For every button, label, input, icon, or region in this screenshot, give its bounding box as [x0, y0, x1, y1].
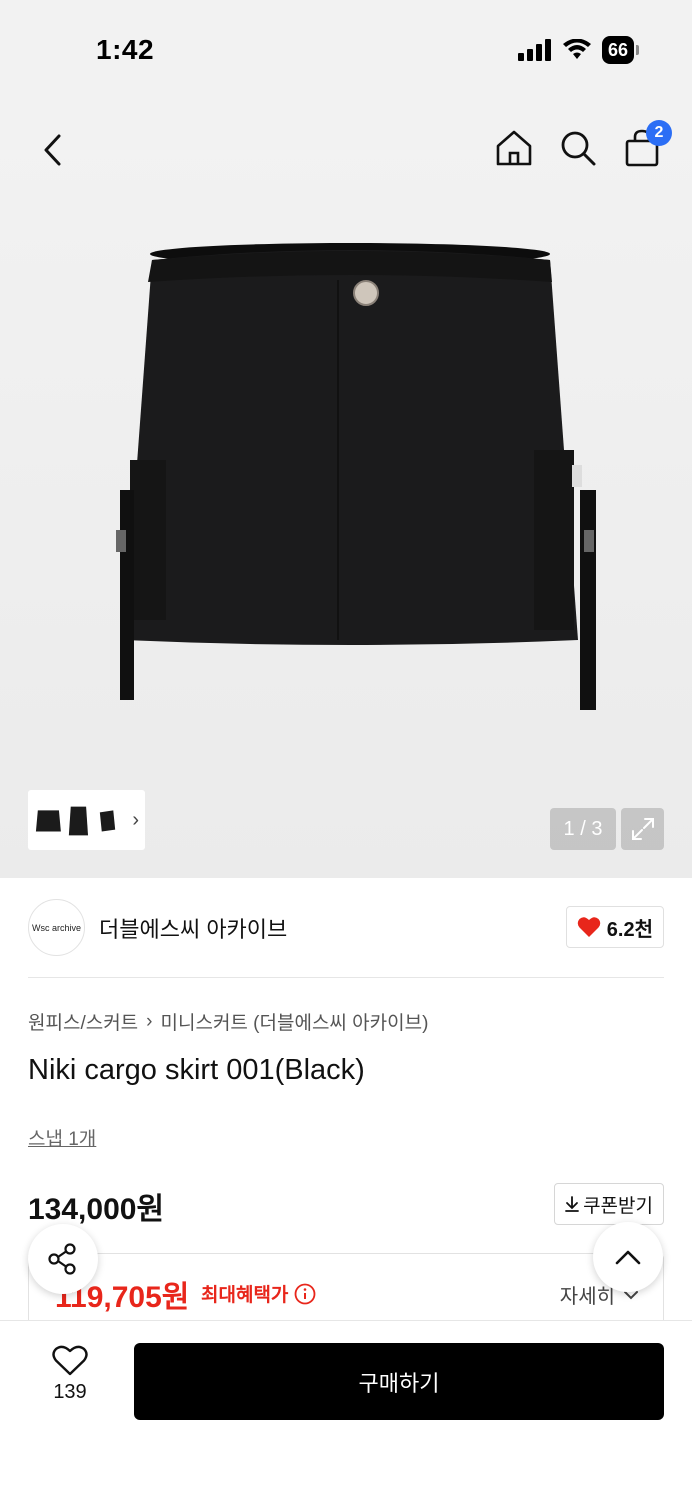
chevron-left-icon	[44, 134, 61, 166]
benefit-label-group: 최대혜택가	[201, 1280, 316, 1307]
brand-like-button[interactable]: 6.2천	[565, 906, 664, 948]
status-bar: 1:42 66	[0, 0, 692, 100]
page-indicator: 1 / 3	[550, 808, 616, 850]
thumbnail-3[interactable]	[96, 798, 125, 842]
download-icon	[565, 1196, 579, 1212]
brand-row[interactable]: Wsc archive 더블에스씨 아카이브 6.2천	[28, 878, 664, 978]
breadcrumb-category[interactable]: 원피스/스커트	[28, 1008, 138, 1035]
thumbnail-strip[interactable]: ›	[28, 790, 145, 850]
snap-link[interactable]: 스냅 1개	[28, 1124, 96, 1151]
coupon-label: 쿠폰받기	[583, 1195, 653, 1217]
chevron-right-icon[interactable]: ›	[132, 809, 139, 832]
thumbnail-2[interactable]	[65, 798, 94, 842]
breadcrumb-subcategory[interactable]: 미니스커트 (더블에스씨 아카이브)	[161, 1008, 429, 1035]
expand-icon	[631, 818, 654, 840]
benefit-label: 최대혜택가	[201, 1285, 289, 1306]
breadcrumb: 원피스/스커트 › 미니스커트 (더블에스씨 아카이브)	[28, 1008, 428, 1035]
chevron-right-icon: ›	[146, 1010, 153, 1032]
wifi-icon	[562, 39, 591, 59]
brand-name[interactable]: 더블에스씨 아카이브	[99, 912, 287, 944]
top-nav-actions: 2	[490, 120, 672, 172]
search-button[interactable]	[554, 124, 602, 172]
bottom-action-bar: 139 구매하기	[0, 1320, 692, 1500]
wishlist-count: 139	[53, 1381, 87, 1403]
status-time: 1:42	[96, 34, 155, 65]
thumbnail-1[interactable]	[34, 798, 63, 842]
home-button[interactable]	[490, 124, 538, 172]
product-image[interactable]	[100, 240, 600, 720]
cart-button[interactable]: 2	[618, 120, 672, 172]
wishlist-button[interactable]: 139	[30, 1345, 110, 1425]
share-icon	[48, 1243, 76, 1275]
product-price: 134,000원	[28, 1193, 165, 1226]
coupon-button[interactable]: 쿠폰받기	[554, 1183, 664, 1225]
expand-button[interactable]	[621, 808, 664, 850]
status-icons: 66	[517, 36, 640, 64]
heart-outline-icon	[52, 1345, 88, 1376]
product-gallery[interactable]: 2 › 1 / 3	[0, 100, 692, 878]
chevron-up-icon	[615, 1250, 641, 1265]
brand-logo[interactable]: Wsc archive	[28, 899, 85, 956]
back-button[interactable]	[30, 128, 74, 172]
info-icon[interactable]	[294, 1283, 316, 1305]
brand-like-count: 6.2천	[606, 918, 653, 941]
share-button[interactable]	[28, 1224, 98, 1294]
heart-filled-icon	[577, 917, 601, 937]
buy-button[interactable]: 구매하기	[134, 1343, 664, 1420]
cart-count-badge: 2	[646, 120, 672, 146]
scroll-top-button[interactable]	[593, 1222, 663, 1292]
search-icon	[561, 131, 596, 166]
home-icon	[496, 130, 532, 166]
signal-icon	[517, 39, 551, 61]
battery-indicator: 66	[601, 36, 640, 64]
product-title: Niki cargo skirt 001(Black)	[28, 1054, 365, 1086]
